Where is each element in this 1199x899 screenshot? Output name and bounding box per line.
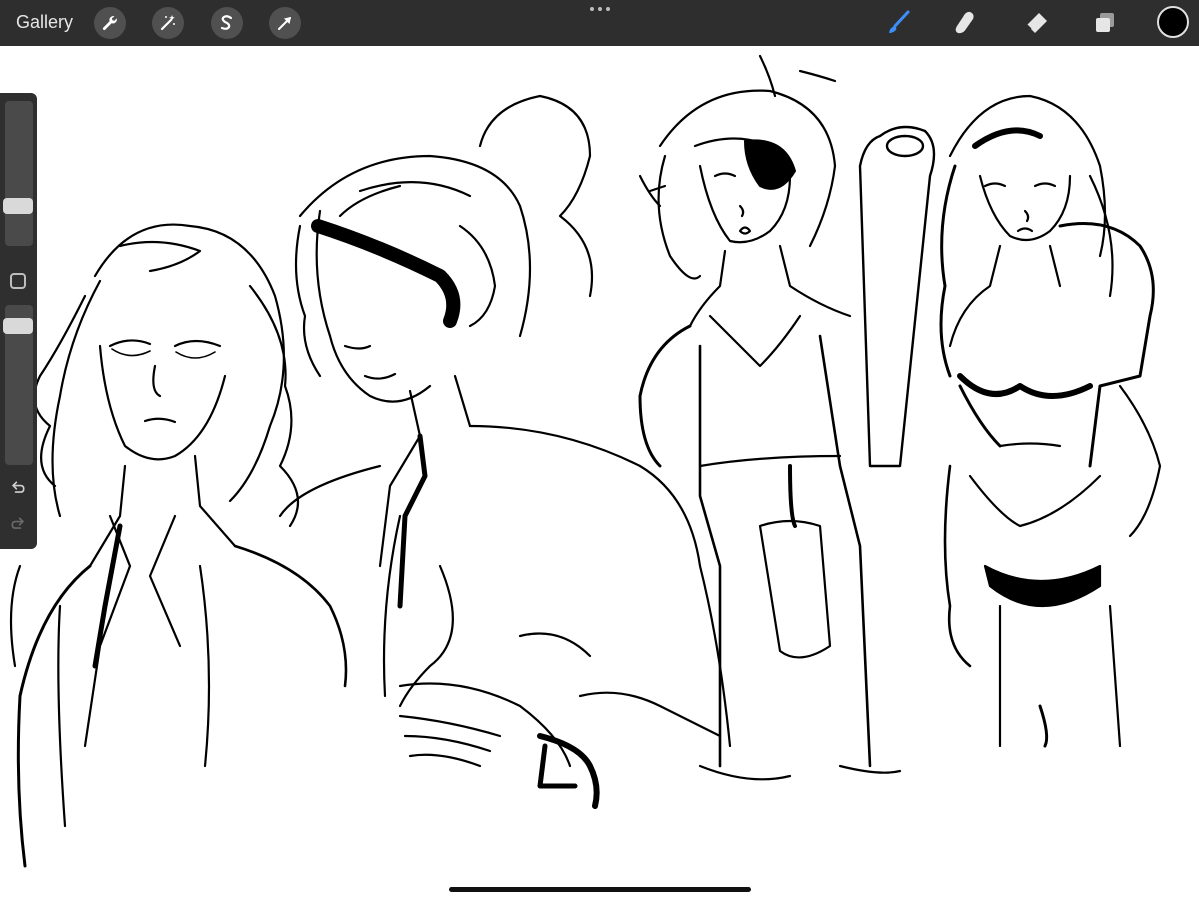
actions-button[interactable] (94, 7, 126, 39)
surfboard (858, 125, 936, 468)
selection-button[interactable] (211, 7, 243, 39)
undo-icon[interactable] (7, 477, 29, 499)
sketch-artwork (9, 54, 1162, 868)
square-modifier-icon[interactable] (10, 273, 26, 289)
smudge-tool-button[interactable] (949, 7, 981, 39)
brush-sidebar (0, 93, 37, 549)
arrow-cursor-icon (278, 17, 291, 30)
brush-icon (889, 10, 910, 33)
drawing-canvas[interactable] (0, 46, 1199, 899)
brush-size-thumb[interactable] (3, 198, 33, 214)
figure-left (9, 223, 348, 868)
brush-tool-button[interactable] (882, 7, 914, 39)
gallery-button[interactable]: Gallery (16, 12, 73, 33)
wrench-icon (102, 16, 117, 31)
selection-s-icon (220, 15, 233, 30)
brush-size-slider[interactable] (5, 101, 33, 246)
magic-wand-icon (160, 15, 175, 31)
layers-icon (1096, 13, 1114, 32)
top-toolbar: Gallery (0, 0, 1199, 46)
brush-opacity-thumb[interactable] (3, 318, 33, 334)
home-indicator[interactable] (449, 887, 751, 892)
figure-center (278, 94, 732, 809)
layers-button[interactable] (1089, 7, 1121, 39)
transform-button[interactable] (269, 7, 301, 39)
adjustments-button[interactable] (152, 7, 184, 39)
smudge-finger-icon (955, 11, 974, 34)
eraser-icon (1026, 13, 1047, 33)
color-swatch[interactable] (1157, 6, 1189, 38)
more-options-icon[interactable] (588, 4, 612, 14)
figure-right (939, 94, 1162, 748)
eraser-tool-button[interactable] (1020, 7, 1052, 39)
redo-icon[interactable] (7, 513, 29, 535)
